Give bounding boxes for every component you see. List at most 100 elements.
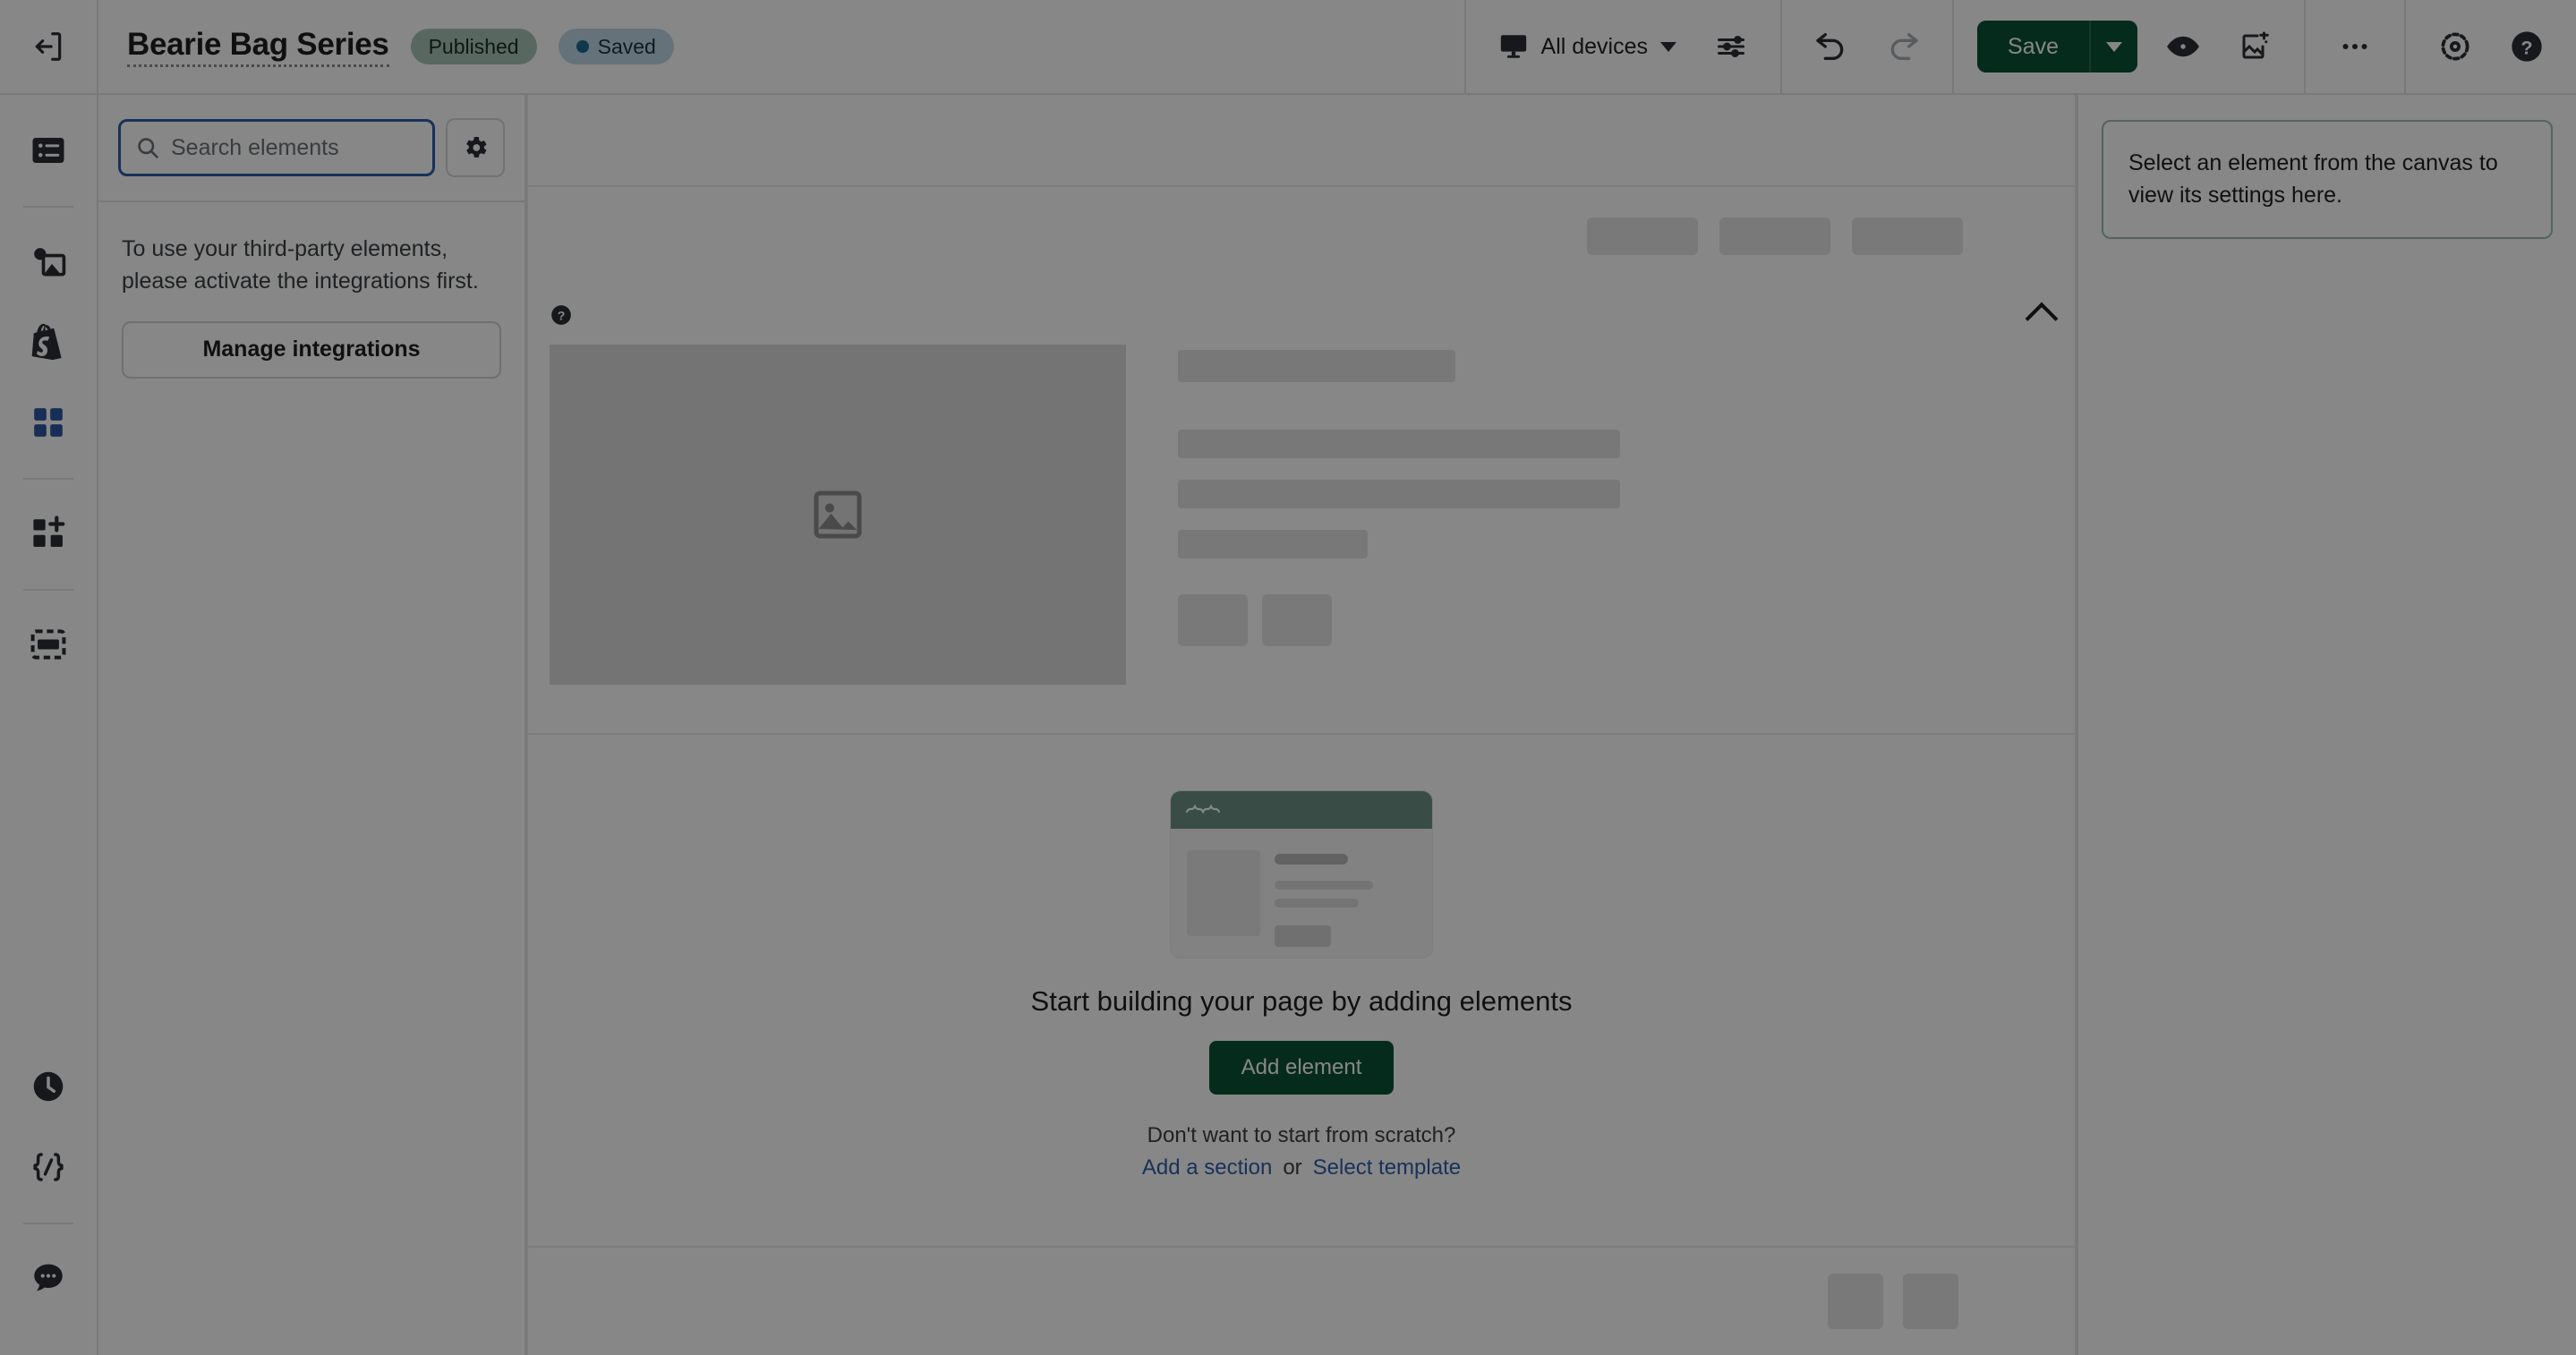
question-circle-icon: ? <box>2509 29 2545 64</box>
sidebar-item-layers-list[interactable] <box>18 120 79 181</box>
preview-button[interactable] <box>2157 21 2209 72</box>
image-media-icon <box>29 242 68 281</box>
canvas-section-header: ? <box>528 285 2075 345</box>
question-circle-small-icon[interactable]: ? <box>550 303 573 327</box>
canvas-product-row <box>528 345 2075 703</box>
chevron-down-icon <box>2106 41 2122 52</box>
rail-divider <box>23 478 73 480</box>
canvas-header-strip <box>528 95 2075 187</box>
or-separator: or <box>1283 1155 1302 1180</box>
device-selector-label: All devices <box>1540 33 1649 59</box>
device-group: All devices <box>1463 0 1781 93</box>
desktop-monitor-icon <box>1498 31 1529 62</box>
save-button[interactable]: Save <box>1977 21 2089 72</box>
sliders-tune-icon <box>1715 30 1747 63</box>
sidebar-item-add-apps[interactable] <box>18 503 79 564</box>
add-a-section-link[interactable]: Add a section <box>1142 1155 1272 1180</box>
chevron-down-icon <box>1660 41 1677 52</box>
redo-arrow-icon <box>1885 29 1921 64</box>
empty-state-links: Add a section or Select template <box>1142 1155 1461 1180</box>
product-info-skeleton <box>1178 345 2053 703</box>
skeleton-placeholder <box>1719 217 1830 255</box>
add-element-button[interactable]: Add element <box>1208 1041 1395 1095</box>
device-selector[interactable]: All devices <box>1489 26 1686 67</box>
save-dropdown-button[interactable] <box>2089 21 2137 72</box>
illustration-header-bar <box>1171 791 1432 829</box>
list-layers-icon <box>30 132 67 169</box>
rail-divider <box>23 589 73 591</box>
grid-elements-icon <box>30 405 66 440</box>
search-input[interactable] <box>171 134 418 161</box>
collapse-panel-icon <box>31 30 65 64</box>
more-options-button[interactable] <box>2329 21 2381 72</box>
tune-settings-button[interactable] <box>1705 21 1757 72</box>
page-title[interactable]: Bearie Bag Series <box>127 27 389 67</box>
eye-preview-icon <box>2166 30 2200 64</box>
redo-button[interactable] <box>1877 21 1929 72</box>
settings-button[interactable] <box>2429 21 2481 72</box>
skeleton-placeholder <box>1852 217 1963 255</box>
sidebar-item-elements[interactable] <box>18 392 79 453</box>
skeleton-placeholder <box>1178 480 1620 508</box>
elements-settings-button[interactable] <box>446 118 505 177</box>
save-group: Save <box>1952 0 2304 93</box>
chat-bubble-icon <box>30 1259 67 1297</box>
status-badge-saved: Saved <box>558 28 674 65</box>
illustration-lines <box>1275 850 1416 947</box>
skeleton-placeholder <box>1178 530 1368 558</box>
sidebar-item-chat-support[interactable] <box>18 1248 79 1308</box>
page-layout-illustration <box>1170 790 1433 959</box>
illustration-thumbnail <box>1187 850 1260 936</box>
section-dashed-icon <box>29 625 68 664</box>
undo-arrow-icon <box>1813 29 1849 64</box>
panel-body: To use your third-party elements, please… <box>98 202 525 409</box>
svg-text:?: ? <box>2521 36 2532 58</box>
search-row <box>98 95 525 202</box>
chevron-up-icon[interactable] <box>2025 302 2059 336</box>
body: To use your third-party elements, please… <box>0 95 2576 1355</box>
clock-history-icon <box>30 1068 67 1105</box>
undo-button[interactable] <box>1805 21 1857 72</box>
grid-plus-icon <box>30 515 67 552</box>
rail-bottom-group <box>18 1056 79 1355</box>
elements-panel: To use your third-party elements, please… <box>98 95 526 1355</box>
illustration-line <box>1275 854 1348 865</box>
rail-divider <box>23 206 73 208</box>
image-placeholder-icon <box>809 486 866 543</box>
page-builder-app: Bearie Bag Series Published Saved All de… <box>0 0 2576 1355</box>
sidebar-item-shopify[interactable] <box>18 311 79 372</box>
gear-dotted-icon <box>2438 30 2472 64</box>
history-group <box>1780 0 1952 93</box>
topbar: Bearie Bag Series Published Saved All de… <box>0 0 2576 95</box>
svg-text:?: ? <box>558 308 566 322</box>
canvas-footer-skeleton <box>528 1246 2075 1355</box>
publish-button[interactable] <box>2229 21 2281 72</box>
publish-image-icon <box>2239 30 2271 63</box>
illustration-button <box>1275 925 1331 947</box>
search-box[interactable] <box>118 119 435 176</box>
select-template-link[interactable]: Select template <box>1313 1155 1461 1180</box>
sidebar-item-media-library[interactable] <box>18 231 79 292</box>
skeleton-placeholder <box>1262 594 1332 646</box>
skeleton-placeholder <box>1828 1274 1883 1329</box>
more-horizontal-icon <box>2339 30 2371 63</box>
manage-integrations-button[interactable]: Manage integrations <box>122 320 501 379</box>
saved-dot-icon <box>576 40 589 53</box>
canvas-wrap: ? Start building your page by adding ele… <box>526 95 2077 1355</box>
title-area: Bearie Bag Series Published Saved <box>98 0 1464 93</box>
empty-state-title: Start building your page by adding eleme… <box>1030 985 1573 1017</box>
save-button-group: Save <box>1977 21 2137 72</box>
settings-empty-message: Select an element from the canvas to vie… <box>2102 120 2553 239</box>
left-rail <box>0 95 98 1355</box>
skeleton-placeholder <box>1178 430 1620 458</box>
help-button[interactable]: ? <box>2501 21 2553 72</box>
illustration-body <box>1171 829 1432 958</box>
sidebar-item-version-history[interactable] <box>18 1056 79 1117</box>
collapse-panel-button[interactable] <box>0 0 98 93</box>
sidebar-item-custom-code[interactable] <box>18 1137 79 1197</box>
sidebar-item-sections[interactable] <box>18 614 79 675</box>
skeleton-placeholder <box>1903 1274 1958 1329</box>
integrations-message: To use your third-party elements, please… <box>122 236 479 294</box>
skeleton-placeholder <box>1178 594 1248 646</box>
search-icon <box>135 135 160 160</box>
